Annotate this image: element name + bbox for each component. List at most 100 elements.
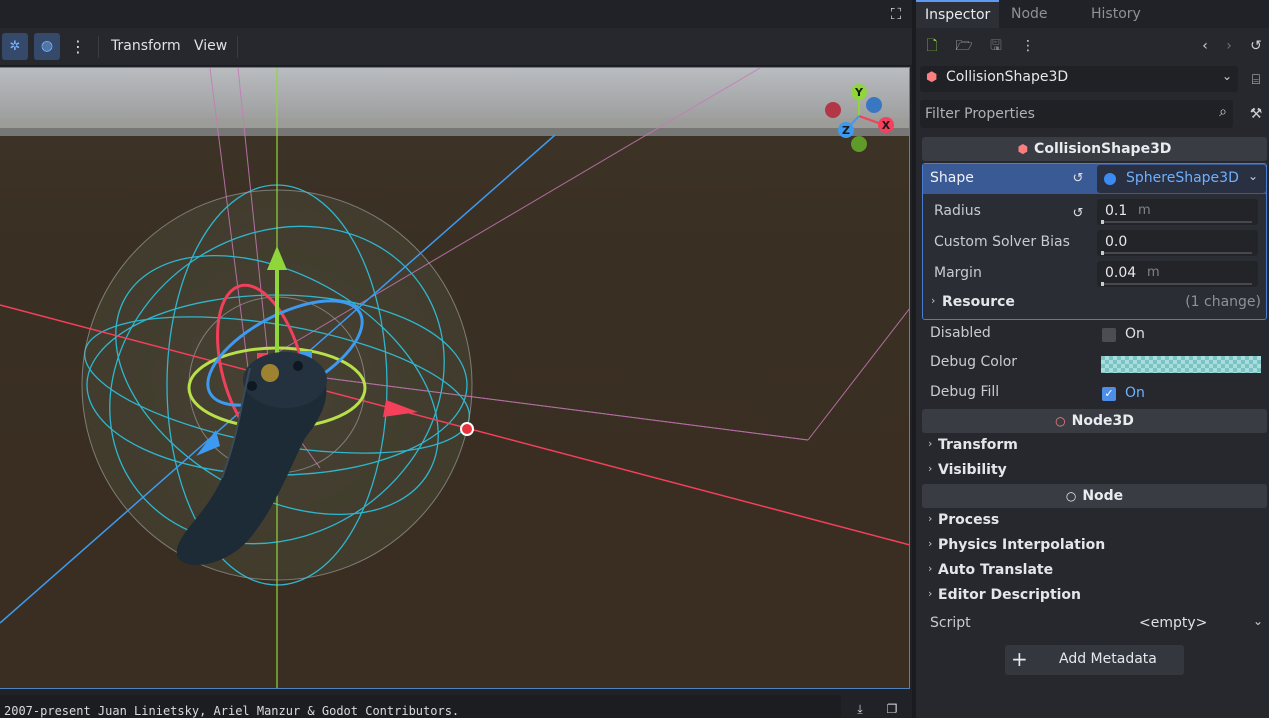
subsection-transform[interactable]: › Transform bbox=[922, 434, 1267, 459]
transform-menu-button[interactable]: Transform bbox=[105, 33, 187, 60]
chevron-right-icon: › bbox=[928, 437, 933, 450]
subsection-label: Auto Translate bbox=[938, 562, 1054, 578]
local-space-icon[interactable]: ✲ bbox=[2, 33, 28, 60]
debug-fill-value: On bbox=[1125, 385, 1145, 401]
horizon-band bbox=[0, 118, 909, 138]
inspector-panel: Inspector Node History 🗋 🗁 🖫 ⋮ ‹ › ↺ ⬢ C… bbox=[916, 0, 1269, 718]
debug-fill-checkbox[interactable]: ✓ bbox=[1102, 387, 1116, 401]
chevron-down-icon[interactable]: ⌄ bbox=[1253, 614, 1263, 628]
3d-viewport[interactable]: Y X Z bbox=[0, 67, 910, 689]
subsection-auto-translate[interactable]: › Auto Translate bbox=[922, 559, 1267, 584]
gizmo-x-label: X bbox=[882, 119, 891, 132]
subsection-label: Process bbox=[938, 512, 1000, 528]
debug-fill-row: Debug Fill ✓ On bbox=[922, 378, 1267, 408]
pin-icon[interactable]: ⤓ bbox=[852, 701, 868, 717]
chevron-down-icon: ⌄ bbox=[1221, 69, 1232, 83]
subsection-label: Physics Interpolation bbox=[938, 537, 1106, 553]
save-icon[interactable]: 🖫 bbox=[986, 36, 1006, 56]
inspector-tabs: Inspector Node History bbox=[916, 0, 1269, 28]
subsection-label: Visibility bbox=[938, 462, 1007, 478]
tab-history[interactable]: History bbox=[1082, 0, 1150, 28]
debug-fill-label: Debug Fill bbox=[930, 384, 1000, 400]
node3d-icon: ○ bbox=[1055, 414, 1066, 428]
view-menu-button[interactable]: View bbox=[188, 33, 233, 60]
radius-label: Radius bbox=[934, 203, 981, 219]
custom-solver-bias-label: Custom Solver Bias bbox=[934, 234, 1070, 250]
status-text: 2007-present Juan Linietsky, Ariel Manzu… bbox=[4, 704, 460, 718]
chevron-right-icon: › bbox=[928, 462, 933, 475]
radius-value: 0.1 bbox=[1105, 203, 1128, 219]
debug-color-swatch[interactable] bbox=[1101, 356, 1261, 373]
new-resource-icon[interactable]: 🗋 bbox=[922, 36, 942, 56]
debug-color-label: Debug Color bbox=[930, 354, 1018, 370]
add-metadata-label: Add Metadata bbox=[1059, 651, 1157, 667]
viewport-toolbar: ✲ ◍ ⋮ Transform View bbox=[0, 28, 912, 66]
margin-slider[interactable] bbox=[1101, 282, 1252, 286]
status-bar: 2007-present Juan Linietsky, Ariel Manzu… bbox=[0, 695, 912, 718]
open-folder-icon[interactable]: 🗁 bbox=[954, 36, 974, 56]
tab-inspector[interactable]: Inspector bbox=[916, 0, 1000, 28]
tab-node[interactable]: Node bbox=[1002, 0, 1057, 28]
fullscreen-icon[interactable]: ⛶ bbox=[886, 5, 906, 23]
subsection-physics-interpolation[interactable]: › Physics Interpolation bbox=[922, 534, 1267, 559]
margin-field[interactable]: 0.04 m bbox=[1097, 261, 1258, 287]
script-value: <empty> bbox=[1139, 615, 1208, 631]
resource-subsection[interactable]: › Resource (1 change) bbox=[923, 292, 1266, 316]
resource-label: Resource bbox=[942, 294, 1015, 310]
settings-tools-icon[interactable]: ⚒ bbox=[1246, 104, 1266, 124]
filter-properties: ⌕ bbox=[920, 100, 1233, 128]
back-icon[interactable]: ‹ bbox=[1195, 36, 1215, 56]
more-options-icon[interactable]: ⋮ bbox=[68, 33, 88, 60]
chevron-right-icon: › bbox=[928, 512, 933, 525]
filter-input[interactable] bbox=[920, 100, 1210, 128]
chevron-down-icon[interactable]: ⌄ bbox=[1248, 169, 1258, 183]
disabled-checkbox[interactable] bbox=[1102, 328, 1116, 342]
copy-icon[interactable]: ❐ bbox=[884, 701, 900, 717]
chevron-right-icon: › bbox=[928, 562, 933, 575]
shape-label: Shape bbox=[930, 170, 974, 186]
subsection-label: Transform bbox=[938, 437, 1018, 453]
toolbar-separator bbox=[237, 36, 238, 58]
bias-slider[interactable] bbox=[1101, 251, 1252, 255]
section-node3d[interactable]: ○ Node3D bbox=[922, 409, 1267, 433]
margin-label: Margin bbox=[934, 265, 982, 281]
disabled-value: On bbox=[1125, 326, 1145, 342]
radius-slider[interactable] bbox=[1101, 220, 1252, 224]
margin-unit: m bbox=[1147, 265, 1160, 280]
subsection-editor-description[interactable]: › Editor Description bbox=[922, 584, 1267, 609]
gizmo-z-label: Z bbox=[842, 124, 850, 137]
node-icon: ○ bbox=[1065, 489, 1077, 503]
section-node[interactable]: ○ Node bbox=[922, 484, 1267, 508]
shape-value: SphereShape3D bbox=[1126, 170, 1239, 186]
disabled-label: Disabled bbox=[930, 325, 991, 341]
revert-icon[interactable]: ↺ bbox=[1070, 206, 1086, 222]
section-title: Node3D bbox=[1071, 413, 1134, 429]
add-metadata-button[interactable]: + Add Metadata bbox=[1005, 645, 1184, 675]
inspector-toolbar: 🗋 🗁 🖫 ⋮ ‹ › ↺ bbox=[916, 36, 1269, 60]
godot-editor: ⛶ ✲ ◍ ⋮ Transform View Y X Z 2007-presen… bbox=[0, 0, 1269, 718]
custom-solver-bias-value: 0.0 bbox=[1105, 234, 1128, 250]
radius-handle bbox=[460, 422, 474, 436]
subsection-process[interactable]: › Process bbox=[922, 509, 1267, 534]
viewport-scene: Y X Z bbox=[0, 68, 909, 688]
custom-solver-bias-field[interactable]: 0.0 bbox=[1097, 230, 1258, 256]
subsection-visibility[interactable]: › Visibility bbox=[922, 459, 1267, 484]
snap-globe-icon[interactable]: ◍ bbox=[34, 33, 60, 60]
radius-field[interactable]: 0.1 m bbox=[1097, 199, 1258, 225]
revert-icon[interactable]: ↺ bbox=[1070, 171, 1086, 187]
more-options-icon[interactable]: ⋮ bbox=[1018, 36, 1038, 56]
object-selector[interactable]: ⬢ CollisionShape3D ⌄ bbox=[920, 66, 1238, 92]
viewport-top-strip: ⛶ bbox=[0, 0, 912, 28]
shape-resource-block: Shape ↺ SphereShape3D ⌄ Radius ↺ 0.1 m C… bbox=[922, 163, 1267, 320]
history-icon[interactable]: ↺ bbox=[1246, 36, 1266, 56]
section-collisionshape3d[interactable]: ⬢ CollisionShape3D bbox=[922, 137, 1267, 161]
docs-icon[interactable]: ⌸ bbox=[1246, 70, 1266, 90]
shape-row: Shape ↺ SphereShape3D ⌄ bbox=[923, 164, 1266, 194]
script-field[interactable]: <empty> ⌄ bbox=[1100, 611, 1263, 637]
disabled-row: Disabled On bbox=[922, 319, 1267, 349]
shape-value-field[interactable]: SphereShape3D ⌄ bbox=[1097, 165, 1266, 193]
gizmo-y-label: Y bbox=[854, 86, 864, 99]
cube-icon: ⬢ bbox=[1017, 142, 1029, 156]
chevron-right-icon: › bbox=[931, 294, 936, 307]
forward-icon[interactable]: › bbox=[1219, 36, 1239, 56]
